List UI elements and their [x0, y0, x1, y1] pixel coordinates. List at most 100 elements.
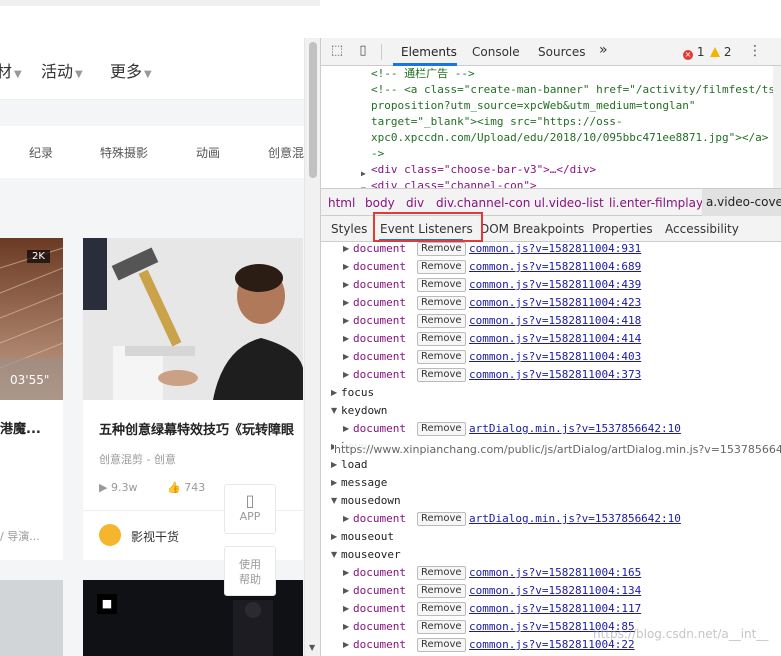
listener-source-link[interactable]: common.js?v=1582811004:439: [469, 278, 641, 291]
listener-entry[interactable]: ▶ document Remove common.js?v=1582811004:41…: [321, 312, 781, 330]
remove-listener-button[interactable]: Remove: [417, 296, 466, 310]
category-animation[interactable]: 动画: [196, 144, 220, 161]
expand-triangle-icon[interactable]: ▶: [343, 262, 349, 271]
listener-source-link[interactable]: common.js?v=1582811004:403: [469, 350, 641, 363]
code-line[interactable]: xpc0.xpccdn.com/Upload/edu/2018/10/095bb…: [371, 130, 781, 146]
breadcrumb-item[interactable]: div.channel-con: [436, 196, 530, 210]
event-type-row[interactable]: ▼ mousedown: [321, 492, 781, 510]
listener-source-link[interactable]: common.js?v=1582811004:117: [469, 602, 641, 615]
listener-source-link[interactable]: common.js?v=1582811004:373: [469, 368, 641, 381]
tab-elements[interactable]: Elements: [401, 45, 457, 59]
nav-item-more[interactable]: 更多 ▼: [110, 58, 152, 82]
listener-entry[interactable]: ▶ document Remove common.js?v=1582811004:40…: [321, 348, 781, 366]
listener-source-link[interactable]: common.js?v=1582811004:134: [469, 584, 641, 597]
remove-listener-button[interactable]: Remove: [417, 566, 466, 580]
expand-triangle-icon[interactable]: ▶: [343, 568, 349, 577]
remove-listener-button[interactable]: Remove: [417, 314, 466, 328]
listener-source-link[interactable]: common.js?v=1582811004:165: [469, 566, 641, 579]
app-download-button[interactable]: ▯ APP: [224, 484, 276, 534]
expand-triangle-icon[interactable]: ▶: [343, 352, 349, 361]
code-line[interactable]: <!-- <a class="create-man-banner" href="…: [371, 82, 781, 98]
tab-sources[interactable]: Sources: [538, 45, 585, 59]
breadcrumb-item[interactable]: html: [328, 196, 355, 210]
collapse-triangle-icon[interactable]: ▼: [331, 406, 337, 415]
remove-listener-button[interactable]: Remove: [417, 638, 466, 652]
expand-triangle-icon[interactable]: ▶: [343, 370, 349, 379]
expand-triangle-icon[interactable]: ▶: [343, 640, 349, 649]
expand-triangle-icon[interactable]: ▶: [331, 532, 337, 541]
video-thumbnail[interactable]: [83, 238, 303, 400]
expand-triangle-icon[interactable]: ▶: [343, 424, 349, 433]
inspect-element-icon[interactable]: ⬚: [329, 43, 345, 59]
tab-accessibility[interactable]: Accessibility: [665, 222, 739, 236]
kebab-menu-icon[interactable]: ⋮: [747, 43, 763, 59]
video-title[interactable]: 港魔...: [0, 418, 41, 437]
device-toolbar-icon[interactable]: ▯: [355, 43, 371, 59]
code-line[interactable]: target="_blank"><img src="https://oss-: [371, 114, 623, 130]
expand-triangle-icon[interactable]: ▶: [343, 586, 349, 595]
tab-dom-breakpoints[interactable]: DOM Breakpoints: [480, 222, 584, 236]
tab-properties[interactable]: Properties: [592, 222, 653, 236]
video-card[interactable]: 2K 03'55" 港魔... / 导演...: [0, 238, 63, 560]
listener-entry[interactable]: ▶ document Remove common.js?v=1582811004:93…: [321, 242, 781, 258]
remove-listener-button[interactable]: Remove: [417, 620, 466, 634]
nav-item-activity[interactable]: 活动 ▼: [41, 58, 83, 82]
tab-console[interactable]: Console: [472, 45, 520, 59]
expand-triangle-icon[interactable]: ▶: [343, 298, 349, 307]
breadcrumb-item[interactable]: div: [406, 196, 424, 210]
code-line[interactable]: <div class="channel-con">: [371, 178, 537, 188]
remove-listener-button[interactable]: Remove: [417, 260, 466, 274]
listener-source-link[interactable]: common.js?v=1582811004:931: [469, 242, 641, 255]
expand-triangle-icon[interactable]: ▶: [331, 388, 337, 397]
remove-listener-button[interactable]: Remove: [417, 242, 466, 256]
listener-source-link[interactable]: common.js?v=1582811004:423: [469, 296, 641, 309]
video-thumbnail[interactable]: 2K 03'55": [0, 238, 63, 400]
video-card[interactable]: [0, 580, 63, 656]
more-tabs-button[interactable]: »: [599, 42, 608, 58]
expand-triangle-icon[interactable]: ▶: [331, 478, 337, 487]
listener-entry[interactable]: ▶ document Remove artDialog.min.js?v=153785…: [321, 420, 781, 438]
listener-source-link[interactable]: common.js?v=1582811004:689: [469, 260, 641, 273]
listener-source-link[interactable]: artDialog.min.js?v=1537856642:10: [469, 512, 681, 525]
event-type-row[interactable]: ▶ mouseout: [321, 528, 781, 546]
video-category[interactable]: 创意混剪 - 创意: [99, 451, 176, 467]
event-type-row[interactable]: ▶ message: [321, 474, 781, 492]
breadcrumb-item-selected[interactable]: a.video-cover: [702, 189, 781, 216]
code-line[interactable]: proposition?utm_source=xpcWeb&utm_medium…: [371, 98, 696, 114]
expand-triangle-icon[interactable]: ▶: [331, 460, 337, 469]
remove-listener-button[interactable]: Remove: [417, 368, 466, 382]
event-type-row[interactable]: ▶ focus: [321, 384, 781, 402]
category-creative-mix[interactable]: 创意混: [268, 144, 304, 161]
category-documentary[interactable]: 纪录: [29, 144, 53, 161]
category-special-photo[interactable]: 特殊摄影: [100, 144, 148, 161]
breadcrumb-item[interactable]: ul.video-list: [534, 196, 604, 210]
listener-source-link[interactable]: common.js?v=1582811004:418: [469, 314, 641, 327]
listener-entry[interactable]: ▶ document Remove common.js?v=1582811004:43…: [321, 276, 781, 294]
code-line[interactable]: <div class="choose-bar-v3">…</div>: [371, 162, 596, 178]
avatar[interactable]: [99, 524, 121, 546]
event-type-row[interactable]: ▼ keydown: [321, 402, 781, 420]
listener-entry[interactable]: ▶ document Remove common.js?v=1582811004:68…: [321, 258, 781, 276]
scrollbar-thumb[interactable]: [309, 42, 317, 178]
breadcrumb-item[interactable]: body: [365, 196, 395, 210]
listener-entry[interactable]: ▶ document Remove common.js?v=1582811004:37…: [321, 366, 781, 384]
help-button[interactable]: 使用 帮助: [224, 546, 276, 596]
remove-listener-button[interactable]: Remove: [417, 350, 466, 364]
remove-listener-button[interactable]: Remove: [417, 512, 466, 526]
remove-listener-button[interactable]: Remove: [417, 422, 466, 436]
listener-entry[interactable]: ▶ document Remove artDialog.min.js?v=153785…: [321, 510, 781, 528]
listener-entry[interactable]: ▶ document Remove common.js?v=1582811004:13…: [321, 582, 781, 600]
code-line[interactable]: ->: [371, 146, 384, 162]
error-count[interactable]: × 1: [683, 45, 704, 60]
listener-entry[interactable]: ▶ document Remove common.js?v=1582811004:41…: [321, 330, 781, 348]
expand-triangle-icon[interactable]: ▶: [343, 334, 349, 343]
expand-triangle-icon[interactable]: ▶: [343, 622, 349, 631]
author-name[interactable]: 影视干货: [131, 528, 179, 545]
tab-styles[interactable]: Styles: [331, 222, 367, 236]
expand-triangle-icon[interactable]: ▶: [343, 514, 349, 523]
collapse-triangle-icon[interactable]: ▼: [331, 550, 337, 559]
nav-item-material[interactable]: 材 ▼: [0, 58, 22, 82]
remove-listener-button[interactable]: Remove: [417, 602, 466, 616]
expand-triangle-icon[interactable]: ▶: [343, 316, 349, 325]
video-title[interactable]: 五种创意绿幕特效技巧《玩转障眼: [99, 419, 294, 438]
